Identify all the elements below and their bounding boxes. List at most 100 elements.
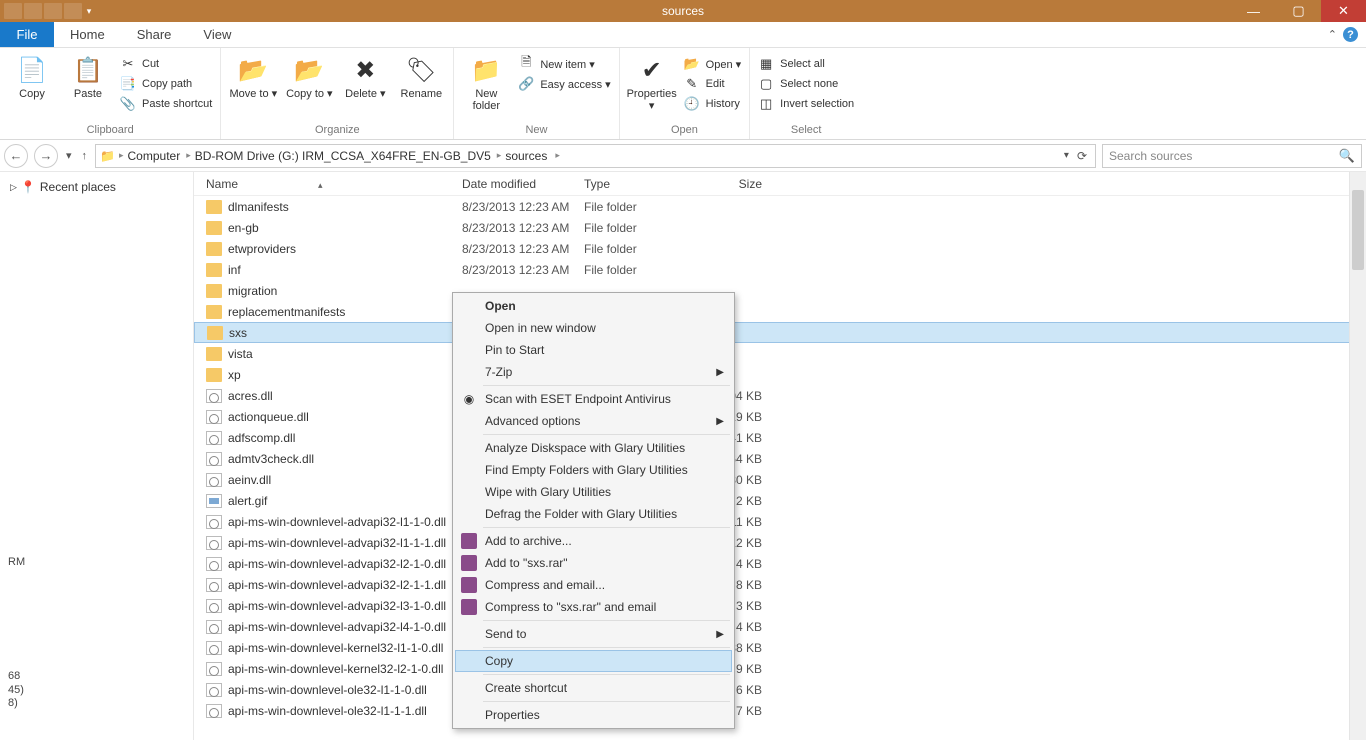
cut-button[interactable]: ✂Cut [120,56,212,72]
dll-icon [206,578,222,592]
delete-button[interactable]: ✖ Delete ▾ [341,50,389,100]
menu-item[interactable]: Pin to Start [455,339,732,361]
qat-icon[interactable] [24,3,42,19]
move-to-button[interactable]: 📂 Move to ▾ [229,50,277,100]
menu-item[interactable]: Defrag the Folder with Glary Utilities [455,503,732,525]
copy-button[interactable]: 📄 Copy [8,50,56,100]
file-row[interactable]: migration [194,280,1366,301]
new-folder-button[interactable]: 📁 New folder [462,50,510,112]
file-row[interactable]: api-ms-win-downlevel-advapi32-l2-1-1.dll… [194,574,1366,595]
file-row[interactable]: xp [194,364,1366,385]
menu-item[interactable]: Advanced options▶ [455,410,732,432]
menu-item[interactable]: ◉Scan with ESET Endpoint Antivirus [455,388,732,410]
menu-item-label: Advanced options [485,414,580,428]
easy-access-button[interactable]: 🔗Easy access ▾ [518,76,610,92]
properties-button[interactable]: ✔ Properties ▾ [628,50,676,112]
menu-item[interactable]: Compress to "sxs.rar" and email [455,596,732,618]
qat-icon[interactable] [4,3,22,19]
copy-path-icon: 📑 [120,76,136,92]
ribbon-collapse-icon[interactable]: ⌃ [1328,28,1337,41]
menu-item-label: Compress to "sxs.rar" and email [485,600,656,614]
copy-to-button[interactable]: 📂 Copy to ▾ [285,50,333,100]
qat-icon[interactable] [44,3,62,19]
file-row[interactable]: admtv3check.dll64 KB [194,448,1366,469]
col-header-date[interactable]: Date modified [450,177,572,191]
menu-item[interactable]: Wipe with Glary Utilities [455,481,732,503]
file-row[interactable]: actionqueue.dll219 KB [194,406,1366,427]
menu-item[interactable]: Compress and email... [455,574,732,596]
menu-item[interactable]: Create shortcut [455,677,732,699]
new-item-button[interactable]: 🗎New item ▾ [518,56,610,72]
up-button[interactable]: ↑ [80,150,90,162]
copy-path-button[interactable]: 📑Copy path [120,76,212,92]
history-button[interactable]: 🕘History [684,96,742,112]
scrollbar[interactable] [1349,172,1366,740]
refresh-icon[interactable]: ⟳ [1077,149,1087,163]
file-row[interactable]: vista [194,343,1366,364]
minimize-button[interactable]: — [1231,0,1276,22]
menu-item[interactable]: 7-Zip▶ [455,361,732,383]
paste-shortcut-button[interactable]: 📎Paste shortcut [120,96,212,112]
menu-item[interactable]: Properties [455,704,732,726]
menu-item[interactable]: Open in new window [455,317,732,339]
file-row[interactable]: api-ms-win-downlevel-kernel32-l1-1-0.dll… [194,637,1366,658]
menu-item[interactable]: Add to archive... [455,530,732,552]
help-icon[interactable]: ? [1343,27,1358,42]
breadcrumb-computer[interactable]: ▸Computer [117,149,182,163]
file-row[interactable]: aeinv.dll380 KB [194,469,1366,490]
file-row[interactable]: api-ms-win-downlevel-advapi32-l4-1-0.dll… [194,616,1366,637]
menu-item[interactable]: Send to▶ [455,623,732,645]
menu-separator [483,434,730,435]
maximize-button[interactable]: ▢ [1276,0,1321,22]
breadcrumb-drive[interactable]: ▸BD-ROM Drive (G:) IRM_CCSA_X64FRE_EN-GB… [184,149,493,163]
tab-file[interactable]: File [0,22,54,47]
file-row[interactable]: api-ms-win-downlevel-advapi32-l2-1-0.dll… [194,553,1366,574]
invert-selection-button[interactable]: ◫Invert selection [758,96,854,112]
recent-locations-icon[interactable]: ▾ [64,149,74,162]
file-row[interactable]: inf8/23/2013 12:23 AMFile folder [194,259,1366,280]
file-row[interactable]: api-ms-win-downlevel-ole32-l1-1-1.dll7 K… [194,700,1366,721]
file-row[interactable]: replacementmanifests [194,301,1366,322]
tab-home[interactable]: Home [54,22,121,47]
select-none-button[interactable]: ▢Select none [758,76,854,92]
file-row[interactable]: api-ms-win-downlevel-ole32-l1-1-0.dll6 K… [194,679,1366,700]
file-row[interactable]: api-ms-win-downlevel-advapi32-l3-1-0.dll… [194,595,1366,616]
file-row[interactable]: api-ms-win-downlevel-kernel32-l2-1-0.dll… [194,658,1366,679]
file-row[interactable]: api-ms-win-downlevel-advapi32-l1-1-0.dll… [194,511,1366,532]
dll-icon [206,683,222,697]
col-header-type[interactable]: Type [572,177,690,191]
paste-button[interactable]: 📋 Paste [64,50,112,100]
address-dropdown-icon[interactable]: ▾ [1064,150,1069,161]
menu-item[interactable]: Copy [455,650,732,672]
file-row[interactable]: acres.dll304 KB [194,385,1366,406]
select-all-button[interactable]: ▦Select all [758,56,854,72]
file-row[interactable]: alert.gif2 KB [194,490,1366,511]
file-row[interactable]: en-gb8/23/2013 12:23 AMFile folder [194,217,1366,238]
scrollbar-thumb[interactable] [1352,190,1364,270]
menu-item[interactable]: Add to "sxs.rar" [455,552,732,574]
open-button[interactable]: 📂Open ▾ [684,56,742,72]
file-row[interactable]: api-ms-win-downlevel-advapi32-l1-1-1.dll… [194,532,1366,553]
forward-button[interactable]: → [34,144,58,168]
search-input[interactable]: Search sources 🔍 [1102,144,1362,168]
address-bar[interactable]: 📁 ▸Computer ▸BD-ROM Drive (G:) IRM_CCSA_… [95,144,1096,168]
file-row[interactable]: sxs [194,322,1366,343]
rename-button[interactable]: 🏷 Rename [397,50,445,100]
file-row[interactable]: adfscomp.dll41 KB [194,427,1366,448]
col-header-size[interactable]: Size [690,177,770,191]
col-header-name[interactable]: Name▴ [194,177,450,191]
close-button[interactable]: ✕ [1321,0,1366,22]
sidebar-item-recent[interactable]: ▷ 📍 Recent places [4,178,189,196]
file-row[interactable]: dlmanifests8/23/2013 12:23 AMFile folder [194,196,1366,217]
tab-view[interactable]: View [187,22,247,47]
breadcrumb-folder[interactable]: ▸sources▸ [495,149,562,163]
qat-dropdown[interactable]: ▾ [84,3,94,19]
menu-item[interactable]: Find Empty Folders with Glary Utilities [455,459,732,481]
qat-icon[interactable] [64,3,82,19]
edit-button[interactable]: ✎Edit [684,76,742,92]
back-button[interactable]: ← [4,144,28,168]
menu-item[interactable]: Analyze Diskspace with Glary Utilities [455,437,732,459]
tab-share[interactable]: Share [121,22,188,47]
menu-item[interactable]: Open [455,295,732,317]
file-row[interactable]: etwproviders8/23/2013 12:23 AMFile folde… [194,238,1366,259]
